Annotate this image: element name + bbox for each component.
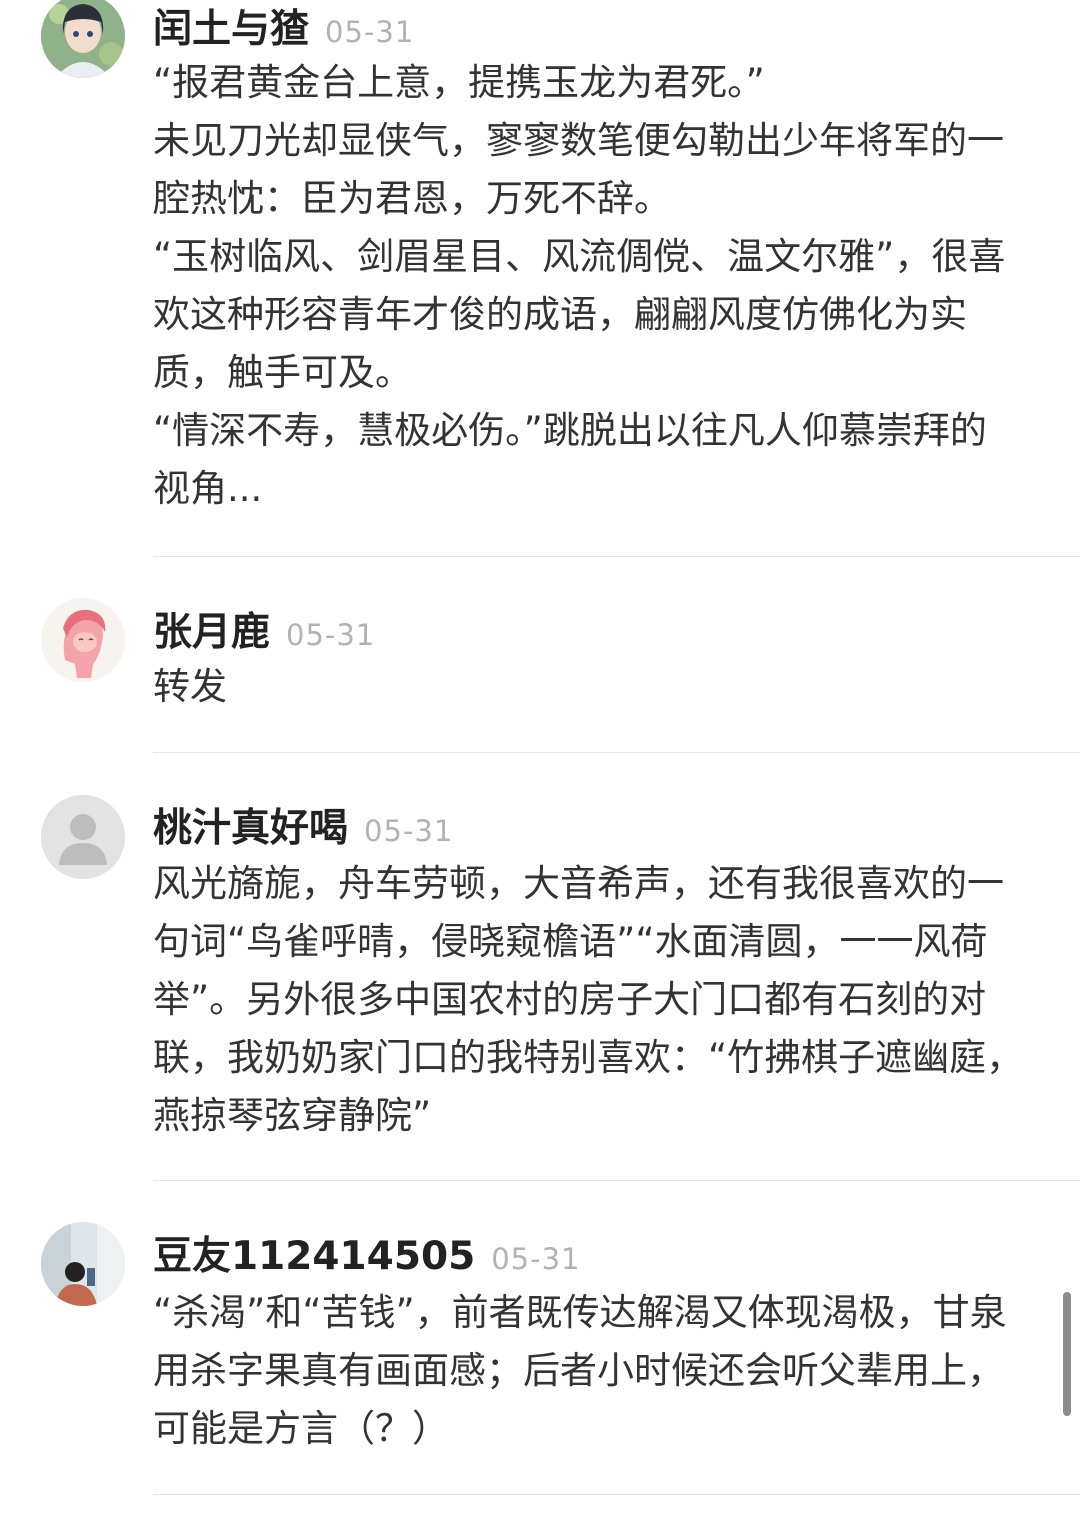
comment-date: 05-31: [325, 15, 415, 49]
comment-text: 转发: [153, 658, 1033, 716]
divider: [153, 1180, 1080, 1181]
divider: [153, 752, 1080, 753]
username[interactable]: 桃汁真好喝: [153, 806, 348, 851]
comment-line: “情深不寿，慧极必伤。”跳脱出以往凡人仰慕崇拜的视角...: [153, 409, 987, 510]
photo-person-avatar[interactable]: [41, 1222, 125, 1306]
comment-line: 风光旖旎，舟车劳顿，大音希声，还有我很喜欢的一句词“鸟雀呼晴，侵晓窥檐语”“水面…: [153, 862, 1024, 1137]
anime-girl-avatar[interactable]: [41, 0, 125, 78]
comment-date: 05-31: [491, 1242, 581, 1276]
comment-header: 豆友112414505 05-31: [153, 1225, 581, 1281]
comment-header: 闰土与猹 05-31: [153, 0, 414, 54]
scrollbar[interactable]: [1063, 1292, 1071, 1416]
comment-text: “报君黄金台上意，提携玉龙为君死。” 未见刀光却显侠气，寥寥数笔便勾勒出少年将军…: [153, 54, 1023, 518]
comment-line: “玉树临风、剑眉星目、风流倜傥、温文尔雅”，很喜欢这种形容青年才俊的成语，翩翩风…: [153, 235, 1006, 394]
username[interactable]: 张月鹿: [153, 610, 270, 655]
comment-header: 张月鹿 05-31: [153, 601, 375, 657]
comment-line: 转发: [153, 665, 227, 708]
username[interactable]: 闰土与猹: [153, 7, 309, 52]
divider: [153, 556, 1080, 557]
comment-line: 未见刀光却显侠气，寥寥数笔便勾勒出少年将军的一腔热忱：臣为君恩，万死不辞。: [153, 119, 1004, 220]
divider: [153, 1494, 1080, 1495]
comment-text: 风光旖旎，舟车劳顿，大音希声，还有我很喜欢的一句词“鸟雀呼晴，侵晓窥檐语”“水面…: [153, 855, 1033, 1145]
comment-line: “报君黄金台上意，提携玉龙为君死。”: [153, 61, 765, 104]
username[interactable]: 豆友112414505: [153, 1234, 475, 1279]
comment-date: 05-31: [286, 618, 376, 652]
comment-date: 05-31: [364, 814, 454, 848]
comment-line: “杀渴”和“苦钱”，前者既传达解渴又体现渴极，甘泉用杀字果真有画面感；后者小时候…: [153, 1291, 1007, 1450]
pink-pony-avatar[interactable]: [41, 598, 125, 682]
default-user-avatar[interactable]: [41, 795, 125, 879]
comment-text: “杀渴”和“苦钱”，前者既传达解渴又体现渴极，甘泉用杀字果真有画面感；后者小时候…: [153, 1284, 1033, 1458]
comment-header: 桃汁真好喝 05-31: [153, 797, 453, 853]
